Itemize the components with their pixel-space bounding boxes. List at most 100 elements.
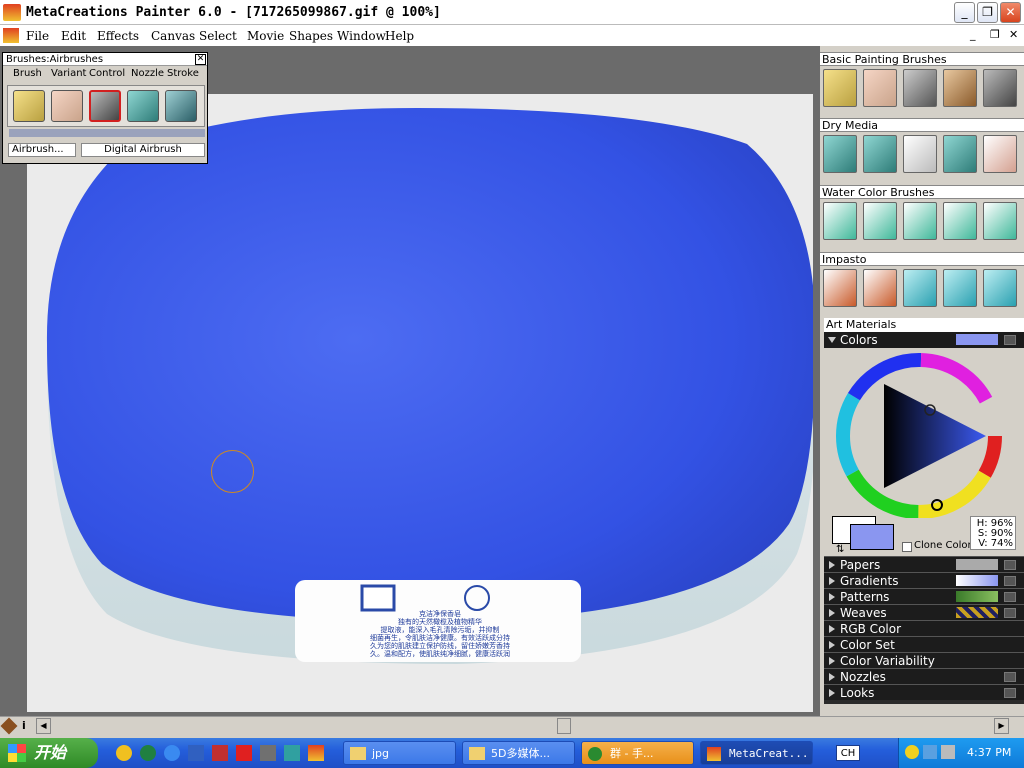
system-tray: 4:37 PM	[898, 738, 1024, 768]
color-variability-section[interactable]: Color Variability	[824, 652, 1024, 668]
palette-title: Basic Painting Brushes	[820, 53, 1024, 66]
photoshop-icon[interactable]	[284, 745, 300, 761]
pencil-icon[interactable]	[823, 69, 857, 107]
menu-window[interactable]: Window	[337, 29, 386, 43]
crayon-icon[interactable]	[943, 135, 977, 173]
nozzles-section[interactable]: Nozzles	[824, 668, 1024, 684]
chevron-down-icon[interactable]	[1004, 576, 1016, 586]
chevron-down-icon[interactable]	[1004, 592, 1016, 602]
chalk-icon[interactable]	[127, 90, 159, 122]
doc-close-button[interactable]: ✕	[1009, 28, 1018, 41]
variant-select[interactable]: Digital Airbrush	[81, 143, 205, 157]
doc-minimize-button[interactable]: _	[970, 28, 976, 41]
impasto-icon[interactable]	[823, 269, 857, 307]
minimize-button[interactable]: _	[954, 2, 975, 23]
watercolor-icon[interactable]	[903, 202, 937, 240]
blender-icon[interactable]	[903, 135, 937, 173]
secondary-color-swatch[interactable]	[850, 524, 894, 550]
chevron-down-icon[interactable]	[1004, 335, 1016, 345]
brush-icon[interactable]	[983, 135, 1017, 173]
watercolor-icon[interactable]	[823, 202, 857, 240]
chevron-down-icon[interactable]	[1004, 672, 1016, 682]
media-player-icon[interactable]	[116, 745, 132, 761]
close-button[interactable]: ✕	[1000, 2, 1021, 23]
menu-edit[interactable]: Edit	[61, 29, 86, 43]
menu-canvas[interactable]: Canvas	[151, 29, 195, 43]
drawer-handle[interactable]	[9, 129, 205, 137]
tab-variant[interactable]: Variant	[51, 67, 86, 81]
horizontal-scrollbar[interactable]: i ◀ ▶	[0, 716, 1024, 735]
show-desktop-icon[interactable]	[212, 745, 228, 761]
impasto-icon[interactable]	[863, 269, 897, 307]
chevron-down-icon[interactable]	[1004, 688, 1016, 698]
chalk-icon[interactable]	[823, 135, 857, 173]
color-wheel[interactable]	[824, 348, 1024, 518]
section-label: Color Variability	[840, 654, 935, 668]
acrobat-icon[interactable]	[236, 745, 252, 761]
globe-icon[interactable]	[140, 745, 156, 761]
color-set-section[interactable]: Color Set	[824, 636, 1024, 652]
pencil-icon[interactable]	[13, 90, 45, 122]
task-jpg[interactable]: jpg	[343, 741, 456, 765]
outlook-icon[interactable]	[188, 745, 204, 761]
airbrush-icon[interactable]	[983, 69, 1017, 107]
tab-brush[interactable]: Brush	[13, 67, 42, 81]
felt-pen-icon[interactable]	[165, 90, 197, 122]
volume-icon[interactable]	[941, 745, 955, 759]
clone-color-checkbox[interactable]	[902, 542, 912, 552]
tab-stroke[interactable]: Stroke	[167, 67, 199, 81]
brush-icon[interactable]	[943, 69, 977, 107]
tab-nozzle[interactable]: Nozzle	[131, 67, 164, 81]
menu-select[interactable]: Select	[199, 29, 237, 43]
scroll-thumb[interactable]	[557, 718, 571, 734]
eraser-icon[interactable]	[863, 69, 897, 107]
palette-title: Dry Media	[820, 119, 1024, 132]
task-5d[interactable]: 5D多媒体...	[462, 741, 575, 765]
patterns-section[interactable]: Patterns	[824, 588, 1024, 604]
tray-app-icon[interactable]	[905, 745, 919, 759]
watercolor-icon[interactable]	[943, 202, 977, 240]
task-metacreations[interactable]: MetaCreat...	[700, 741, 813, 765]
charcoal-icon[interactable]	[863, 135, 897, 173]
painter-taskbar-icon[interactable]	[308, 745, 324, 761]
task-chat[interactable]: 群 - 手...	[581, 741, 694, 765]
palette-knife-icon[interactable]	[903, 269, 937, 307]
watercolor-icon[interactable]	[863, 202, 897, 240]
tab-control[interactable]: Control	[89, 67, 125, 81]
tool-icon[interactable]	[260, 745, 276, 761]
weaves-section[interactable]: Weaves	[824, 604, 1024, 620]
palette-knife-icon[interactable]	[943, 269, 977, 307]
document-canvas[interactable]: 克洁净保香皂 独有的天然橄榄及植物精华 提取液，能深入毛孔清除污垢，并抑制 细菌…	[27, 94, 813, 712]
network-icon[interactable]	[923, 745, 937, 759]
swap-colors-icon[interactable]: ⇅	[836, 544, 844, 555]
menu-effects[interactable]: Effects	[97, 29, 139, 43]
watercolor-icon[interactable]	[983, 202, 1017, 240]
palette-knife-icon[interactable]	[983, 269, 1017, 307]
restore-button[interactable]: ❐	[977, 2, 998, 23]
menu-help[interactable]: Help	[385, 29, 414, 43]
chevron-down-icon[interactable]	[1004, 608, 1016, 618]
airbrush-icon[interactable]	[89, 90, 121, 122]
start-button[interactable]: 开始	[0, 738, 98, 768]
close-icon[interactable]: ✕	[195, 54, 206, 65]
menu-file[interactable]: File	[26, 29, 49, 43]
gradients-section[interactable]: Gradients	[824, 572, 1024, 588]
pen-icon[interactable]	[903, 69, 937, 107]
doc-restore-button[interactable]: ❐	[990, 28, 1000, 41]
eraser-icon[interactable]	[51, 90, 83, 122]
menu-shapes[interactable]: Shapes	[289, 29, 333, 43]
scroll-left-arrow[interactable]: ◀	[36, 718, 51, 734]
info-icon[interactable]: i	[22, 719, 26, 732]
category-select[interactable]: Airbrush...	[8, 143, 76, 157]
clock[interactable]: 4:37 PM	[967, 746, 1011, 759]
scroll-right-arrow[interactable]: ▶	[994, 718, 1009, 734]
colors-header[interactable]: Colors	[824, 332, 1024, 348]
language-indicator[interactable]: CH	[836, 745, 860, 761]
looks-section[interactable]: Looks	[824, 684, 1024, 700]
papers-section[interactable]: Papers	[824, 556, 1024, 572]
chevron-down-icon[interactable]	[1004, 560, 1016, 570]
drawing-mode-icon[interactable]	[0, 717, 18, 735]
menu-movie[interactable]: Movie	[247, 29, 284, 43]
rgb-color-section[interactable]: RGB Color	[824, 620, 1024, 636]
internet-explorer-icon[interactable]	[164, 745, 180, 761]
